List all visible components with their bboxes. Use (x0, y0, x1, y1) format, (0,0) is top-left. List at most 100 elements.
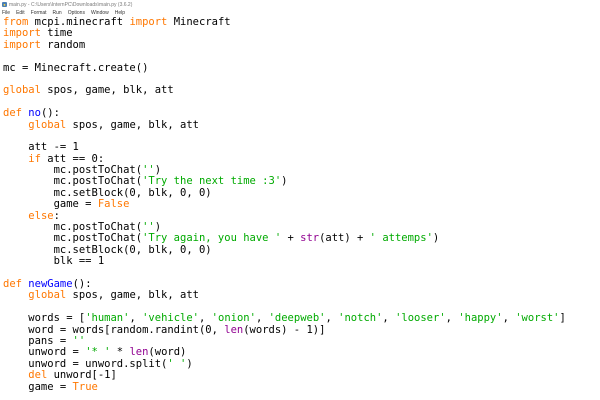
code-token: else (28, 209, 54, 222)
code-token: unword = (3, 346, 86, 359)
code-token: , (325, 312, 339, 325)
code-token: ' ' (167, 357, 187, 370)
code-token: import (129, 16, 168, 28)
window-title: main.py - C:\Users\InternPC\Downloads\ma… (9, 1, 133, 8)
code-line[interactable]: global spos, game, blk, att (3, 118, 600, 131)
code-token: time (40, 27, 73, 40)
code-token: ) (186, 357, 193, 370)
python-app-icon: ● (2, 2, 7, 7)
code-token: from (3, 16, 29, 28)
code-token: (word) (148, 346, 187, 359)
code-token: False (97, 198, 130, 211)
code-token: mcpi.minecraft (28, 16, 130, 28)
code-token: (): (72, 277, 92, 290)
code-token: global (3, 84, 41, 97)
code-token: global (28, 289, 67, 302)
code-token: game = (3, 380, 73, 393)
code-token: (att) + (319, 232, 370, 245)
code-token: global (28, 118, 67, 131)
code-token: word = words[random.randint(0, (3, 323, 225, 336)
code-token: mc.postToChat( (3, 164, 143, 177)
code-token: unword[-1] (47, 369, 117, 382)
code-line[interactable]: mc = Minecraft.create() (3, 61, 600, 74)
code-line[interactable]: from mcpi.minecraft import Minecraft (3, 16, 600, 28)
code-token: ) (281, 175, 288, 188)
code-line[interactable]: import time (3, 28, 600, 39)
code-token: mc.setBlock(0, blk, 0, 0) (3, 243, 212, 256)
code-token: str (300, 232, 320, 245)
code-token: ) (432, 232, 440, 245)
code-token: if (28, 152, 41, 165)
code-token: , (445, 312, 459, 325)
code-token: no (28, 107, 41, 120)
code-token: 'vehicle' (142, 312, 200, 325)
code-line[interactable]: ​ (3, 268, 600, 279)
title-bar: ● main.py - C:\Users\InternPC\Downloads\… (0, 0, 600, 9)
code-token: mc.postToChat( (3, 175, 143, 188)
code-token: def (3, 107, 22, 120)
idle-editor-window: ● main.py - C:\Users\InternPC\Downloads\… (0, 0, 600, 400)
code-token: True (72, 380, 98, 393)
code-token: del (28, 369, 48, 382)
code-token: ) (154, 221, 162, 234)
code-token: import (3, 27, 41, 40)
code-token: '' (142, 221, 155, 234)
code-line[interactable]: word = words[random.randint(0, len(words… (3, 323, 600, 336)
code-token: (words) - 1)] (243, 323, 326, 336)
code-token: newGame (28, 277, 73, 290)
code-token: spos, game, blk, att (40, 84, 174, 97)
code-token: '* ' (85, 346, 111, 359)
code-token: + (281, 232, 301, 245)
code-line[interactable]: ​ (3, 97, 600, 108)
code-token: (): (40, 107, 60, 120)
code-token: att == 0: (40, 152, 105, 165)
code-token: mc.postToChat( (3, 221, 143, 234)
code-token: len (129, 346, 149, 359)
code-line[interactable]: global spos, game, blk, att (3, 290, 600, 301)
code-line[interactable]: ​ (3, 131, 600, 142)
code-token: ' attemps' (369, 232, 433, 245)
code-token: att -= 1 (3, 141, 79, 154)
code-token: spos, game, blk, att (66, 289, 199, 302)
code-token: random (40, 38, 86, 51)
code-token: : (53, 209, 60, 222)
code-token: , (255, 312, 269, 325)
code-token: def (3, 277, 22, 290)
code-token: '' (72, 334, 86, 347)
code-token: mc.setBlock(0, blk, 0, 0) (3, 186, 212, 199)
code-token: 'notch' (338, 312, 383, 325)
code-token: 'worst' (515, 312, 560, 325)
code-token: 'Try the next time :3' (142, 175, 282, 188)
code-token: 'onion' (211, 312, 256, 325)
code-line[interactable]: blk == 1 (3, 256, 600, 267)
code-token: * (110, 346, 130, 359)
code-token: spos, game, blk, att (66, 118, 199, 131)
code-line[interactable]: global spos, game, blk, att (3, 85, 600, 96)
code-line[interactable]: game = False (3, 199, 600, 210)
code-token: len (224, 323, 244, 336)
code-token: '' (142, 164, 155, 177)
code-token: 'happy' (458, 312, 503, 325)
code-token: 'deepweb' (268, 312, 326, 325)
code-token: blk == 1 (3, 255, 105, 268)
code-token: mc = Minecraft.create() (3, 61, 149, 74)
code-editor[interactable]: from mcpi.minecraft import Minecraft impo… (0, 16, 600, 400)
code-token: ] (559, 312, 566, 325)
code-token: import (3, 38, 41, 51)
code-token: words = [ (3, 312, 86, 325)
code-token: , (382, 312, 396, 325)
code-line[interactable]: game = True (3, 380, 600, 393)
code-token: unword = unword.split( (3, 357, 168, 370)
code-token: , (502, 312, 516, 325)
code-text-area[interactable]: from mcpi.minecraft import Minecraft impo… (0, 16, 600, 393)
code-token: , (129, 312, 143, 325)
code-token: Minecraft (167, 16, 231, 28)
code-token: 'Try again, you have ' (142, 232, 282, 245)
code-token: mc.postToChat( (3, 232, 143, 245)
code-line[interactable]: import random (3, 38, 600, 51)
